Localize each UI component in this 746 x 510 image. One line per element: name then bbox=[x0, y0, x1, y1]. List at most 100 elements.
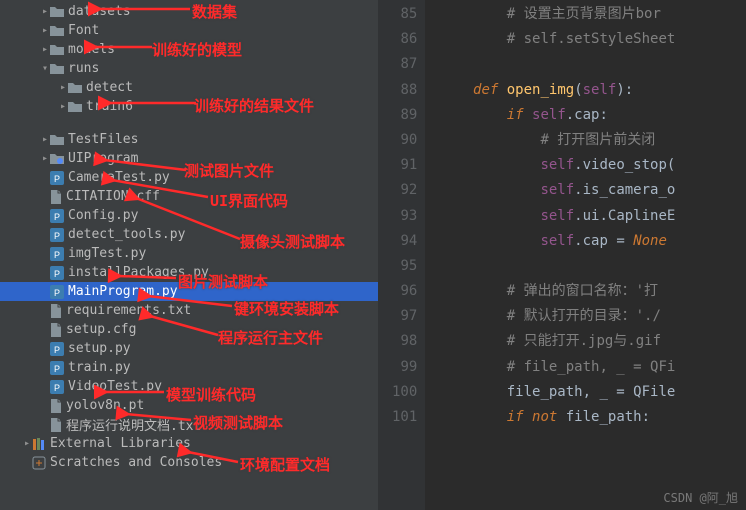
line-number: 91 bbox=[392, 153, 417, 178]
folder-icon bbox=[50, 6, 64, 18]
py-icon: P bbox=[50, 285, 64, 299]
tree-item-label: imgTest.py bbox=[68, 246, 146, 261]
py-icon: P bbox=[50, 228, 64, 242]
tree-item[interactable]: PimgTest.py bbox=[0, 244, 378, 263]
svg-text:P: P bbox=[54, 345, 60, 355]
expand-arrow-icon[interactable]: ▸ bbox=[58, 101, 68, 112]
code-line[interactable]: self.is_camera_o bbox=[439, 178, 675, 203]
project-tree[interactable]: ▸ datasets ▸ Font ▸models▾runs ▸ detect ▸train6… bbox=[0, 0, 378, 510]
code-line[interactable]: file_path, _ = QFile bbox=[439, 380, 675, 405]
tree-item[interactable]: ▸UIProgram bbox=[0, 149, 378, 168]
tree-item[interactable]: Pdetect_tools.py bbox=[0, 225, 378, 244]
line-number: 97 bbox=[392, 304, 417, 329]
code-area[interactable]: # 设置主页背景图片bor # self.setStyleSheet def o… bbox=[425, 0, 675, 510]
line-number: 98 bbox=[392, 329, 417, 354]
code-line[interactable]: # 设置主页背景图片bor bbox=[439, 2, 675, 27]
folder-icon bbox=[68, 101, 82, 113]
line-number: 99 bbox=[392, 355, 417, 380]
tree-item[interactable]: ▸ TestFiles bbox=[0, 130, 378, 149]
expand-arrow-icon[interactable]: ▾ bbox=[40, 63, 50, 74]
tree-item[interactable]: Ptrain.py bbox=[0, 358, 378, 377]
tree-item[interactable]: ▸train6 bbox=[0, 97, 378, 116]
file-icon bbox=[50, 190, 62, 204]
svg-text:P: P bbox=[54, 231, 60, 241]
tree-item[interactable]: ▸ datasets bbox=[0, 2, 378, 21]
code-line[interactable]: # 弹出的窗口名称：'打 bbox=[439, 279, 675, 304]
tree-item[interactable]: CITATION.cff bbox=[0, 187, 378, 206]
code-editor[interactable]: 858687888990919293949596979899100101 # 设… bbox=[378, 0, 746, 510]
tree-item[interactable]: P MainProgram.py bbox=[0, 282, 378, 301]
scratch-icon bbox=[32, 456, 46, 470]
tree-item[interactable]: setup.cfg bbox=[0, 320, 378, 339]
py-icon: P bbox=[50, 171, 64, 185]
expand-arrow-icon[interactable]: ▸ bbox=[22, 438, 32, 449]
tree-item[interactable]: ▸models bbox=[0, 40, 378, 59]
tree-item[interactable]: PinstallPackages.py bbox=[0, 263, 378, 282]
file-icon bbox=[50, 418, 62, 432]
tree-item[interactable]: ▸ detect bbox=[0, 78, 378, 97]
line-number: 100 bbox=[392, 380, 417, 405]
tree-item-label: TestFiles bbox=[68, 132, 138, 147]
line-gutter: 858687888990919293949596979899100101 bbox=[378, 0, 425, 510]
tree-item[interactable]: ▸ External Libraries bbox=[0, 434, 378, 453]
py-icon: P bbox=[50, 361, 64, 375]
py-icon: P bbox=[50, 342, 64, 356]
tree-item[interactable]: ▾runs bbox=[0, 59, 378, 78]
folder-icon bbox=[50, 63, 64, 75]
line-number: 101 bbox=[392, 405, 417, 430]
expand-arrow-icon[interactable]: ▸ bbox=[40, 6, 50, 17]
tree-item[interactable]: PCameraTest.py bbox=[0, 168, 378, 187]
code-line[interactable]: # 打开图片前关闭 bbox=[439, 128, 675, 153]
tree-item-label: Config.py bbox=[68, 208, 138, 223]
tree-item-label: MainProgram.py bbox=[68, 284, 178, 299]
line-number: 95 bbox=[392, 254, 417, 279]
tree-item[interactable]: Scratches and Consoles bbox=[0, 453, 378, 472]
tree-item[interactable]: 程序运行说明文档.txt bbox=[0, 415, 378, 434]
code-line[interactable]: self.video_stop( bbox=[439, 153, 675, 178]
file-icon bbox=[50, 399, 62, 413]
tree-item[interactable]: requirements.txt bbox=[0, 301, 378, 320]
code-line[interactable] bbox=[439, 254, 675, 279]
code-line[interactable]: # file_path, _ = QFi bbox=[439, 355, 675, 380]
tree-item-label: requirements.txt bbox=[66, 303, 191, 318]
code-line[interactable]: # 只能打开.jpg与.gif bbox=[439, 329, 675, 354]
tree-item[interactable]: ▸ Font bbox=[0, 21, 378, 40]
svg-text:P: P bbox=[54, 212, 60, 222]
code-line[interactable]: # self.setStyleSheet bbox=[439, 27, 675, 52]
tree-item-label: detect_tools.py bbox=[68, 227, 185, 242]
code-line[interactable]: self.cap = None bbox=[439, 229, 675, 254]
expand-arrow-icon[interactable]: ▸ bbox=[40, 25, 50, 36]
line-number: 85 bbox=[392, 2, 417, 27]
py-icon: P bbox=[50, 209, 64, 223]
tree-item-label: CITATION.cff bbox=[66, 189, 160, 204]
package-icon bbox=[50, 153, 64, 165]
svg-text:P: P bbox=[54, 269, 60, 279]
file-icon bbox=[50, 323, 62, 337]
code-line[interactable]: def open_img(self): bbox=[439, 78, 675, 103]
code-line[interactable]: # 默认打开的目录：'./ bbox=[439, 304, 675, 329]
expand-arrow-icon[interactable]: ▸ bbox=[40, 134, 50, 145]
tree-item-label: datasets bbox=[68, 4, 131, 19]
tree-item[interactable]: Psetup.py bbox=[0, 339, 378, 358]
svg-text:P: P bbox=[54, 383, 60, 393]
tree-item-label: External Libraries bbox=[50, 436, 191, 451]
tree-item-label: Font bbox=[68, 23, 99, 38]
svg-text:P: P bbox=[54, 250, 60, 260]
code-line[interactable] bbox=[439, 52, 675, 77]
folder-icon bbox=[50, 44, 64, 56]
py-icon: P bbox=[50, 266, 64, 280]
tree-item-label: detect bbox=[86, 80, 133, 95]
tree-item[interactable]: yolov8n.pt bbox=[0, 396, 378, 415]
code-line[interactable]: if not file_path: bbox=[439, 405, 675, 430]
expand-arrow-icon[interactable]: ▸ bbox=[58, 82, 68, 93]
tree-item[interactable]: P Config.py bbox=[0, 206, 378, 225]
expand-arrow-icon[interactable]: ▸ bbox=[40, 44, 50, 55]
svg-text:P: P bbox=[54, 174, 60, 184]
expand-arrow-icon[interactable]: ▸ bbox=[40, 153, 50, 164]
file-icon bbox=[50, 304, 62, 318]
code-line[interactable]: if self.cap: bbox=[439, 103, 675, 128]
tree-item-label: VideoTest.py bbox=[68, 379, 162, 394]
tree-item[interactable]: P VideoTest.py bbox=[0, 377, 378, 396]
watermark: CSDN @阿_旭 bbox=[663, 489, 738, 506]
code-line[interactable]: self.ui.CaplineE bbox=[439, 204, 675, 229]
